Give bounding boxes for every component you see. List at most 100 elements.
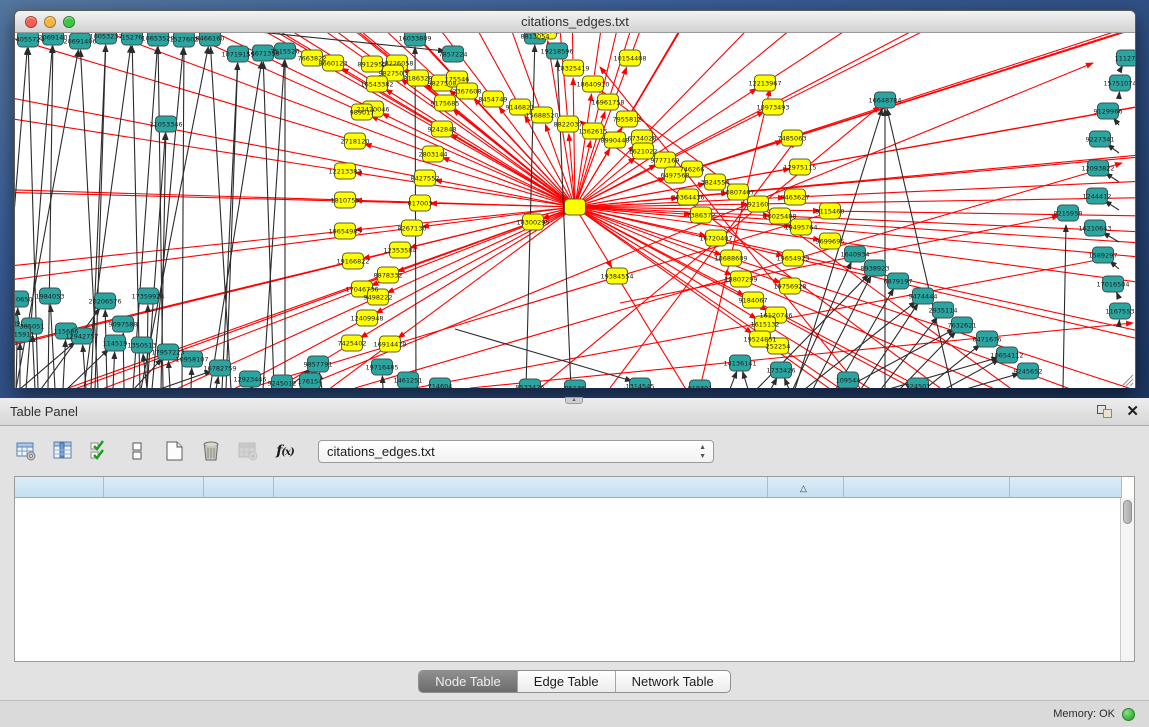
svg-text:2718120: 2718120: [341, 138, 370, 146]
svg-text:1733426: 1733426: [767, 367, 796, 375]
table-row[interactable]: [15, 545, 1121, 561]
svg-text:2935114: 2935114: [929, 307, 958, 315]
float-panel-icon[interactable]: [1097, 405, 1112, 418]
network-window-titlebar[interactable]: citations_edges.txt: [15, 11, 1135, 33]
svg-text:7485063: 7485063: [778, 135, 807, 143]
cell-short: [843, 593, 1009, 609]
table-row[interactable]: [15, 561, 1121, 577]
network-canvas[interactable]: 2405572420691402069140610053237152761065…: [15, 33, 1135, 388]
tab-network-table[interactable]: Network Table: [616, 671, 730, 692]
memory-ok-icon[interactable]: [1122, 708, 1135, 721]
close-panel-icon[interactable]: ✕: [1126, 405, 1139, 418]
svg-text:924501: 924501: [906, 383, 931, 389]
svg-text:18640910: 18640910: [576, 81, 609, 89]
svg-text:9777169: 9777169: [651, 157, 680, 165]
column-header-in_degree[interactable]: [103, 477, 203, 497]
cell-pagerank: [1009, 641, 1121, 657]
column-header-name[interactable]: [15, 477, 103, 497]
svg-text:8427552: 8427552: [411, 175, 440, 183]
network-window-title: citations_edges.txt: [15, 14, 1135, 29]
svg-text:9242848: 9242848: [428, 126, 457, 134]
svg-text:16543382: 16543382: [360, 81, 393, 89]
table-row[interactable]: [15, 497, 1121, 513]
column-header-title[interactable]: [273, 477, 767, 497]
column-header-out_degree[interactable]: △: [767, 477, 843, 497]
svg-text:8533426: 8533426: [516, 384, 545, 389]
row-height-icon[interactable]: [125, 439, 149, 463]
svg-text:2803144: 2803144: [419, 151, 448, 159]
svg-text:18807299: 18807299: [724, 276, 757, 284]
cell-year: [203, 577, 273, 593]
svg-text:20364436: 20364436: [671, 194, 704, 202]
column-header-short[interactable]: [843, 477, 1009, 497]
table-scrollbar-thumb[interactable]: [1123, 500, 1132, 524]
cell-title: [273, 593, 767, 609]
svg-text:12093822: 12093822: [1081, 165, 1114, 173]
network-view-window[interactable]: citations_edges.txt 24055724206914020691…: [14, 10, 1136, 388]
cell-out_degree: [767, 545, 843, 561]
table-row[interactable]: [15, 513, 1121, 529]
svg-text:1314545: 1314545: [626, 383, 655, 389]
svg-text:1810755: 1810755: [331, 197, 360, 205]
table-options-icon[interactable]: [14, 439, 38, 463]
delete-rows-icon[interactable]: [199, 439, 223, 463]
cell-in_degree: [103, 641, 203, 657]
table-row[interactable]: [15, 577, 1121, 593]
table-row[interactable]: [15, 593, 1121, 609]
table-panel: ▴ Table Panel ✕ f(x) citations_edges.txt…: [0, 398, 1149, 727]
svg-text:817003: 817003: [408, 200, 433, 208]
cell-year: [203, 529, 273, 545]
cell-short: [843, 497, 1009, 513]
svg-text:1615132: 1615132: [751, 321, 780, 329]
network-table-select[interactable]: citations_edges.txt ▲▼: [318, 440, 714, 463]
select-all-icon[interactable]: [88, 439, 112, 463]
splitter-handle[interactable]: ▴: [565, 397, 583, 404]
table-row[interactable]: [15, 529, 1121, 545]
cell-name: [15, 593, 103, 609]
cell-in_degree: [103, 545, 203, 561]
svg-text:10958107: 10958107: [175, 356, 208, 364]
svg-text:17359924: 17359924: [131, 293, 164, 301]
column-header-pagerank[interactable]: [1009, 477, 1121, 497]
cell-in_degree: [103, 625, 203, 641]
new-table-icon[interactable]: [162, 439, 186, 463]
svg-text:17016504: 17016504: [1096, 281, 1129, 289]
cell-pagerank: [1009, 497, 1121, 513]
table-scrollbar[interactable]: [1120, 498, 1134, 661]
svg-text:1362615: 1362615: [579, 128, 608, 136]
svg-text:8878332: 8878332: [374, 272, 403, 280]
svg-text:10688609: 10688609: [714, 255, 747, 263]
cell-in_degree: [103, 561, 203, 577]
network-table-select-value: citations_edges.txt: [327, 444, 435, 459]
table-toolbar: f(x) citations_edges.txt ▲▼: [0, 426, 1149, 474]
cell-title: [273, 625, 767, 641]
cell-pagerank: [1009, 513, 1121, 529]
show-columns-icon[interactable]: [51, 439, 75, 463]
cell-out_degree: [767, 593, 843, 609]
cell-short: [843, 641, 1009, 657]
svg-text:1621022: 1621022: [629, 148, 658, 156]
column-header-year[interactable]: [203, 477, 273, 497]
svg-text:12213967: 12213967: [748, 80, 781, 88]
cell-title: [273, 513, 767, 529]
table-row[interactable]: [15, 609, 1121, 625]
svg-text:9097588: 9097588: [109, 321, 138, 329]
cell-year: [203, 593, 273, 609]
svg-text:6734028: 6734028: [628, 135, 657, 143]
table-row[interactable]: [15, 625, 1121, 641]
svg-text:12409948: 12409948: [350, 315, 383, 323]
cell-title: [273, 609, 767, 625]
svg-text:1984053: 1984053: [36, 293, 65, 301]
svg-text:7955812: 7955812: [613, 116, 642, 124]
svg-text:14136141: 14136141: [723, 360, 756, 368]
function-builder-icon[interactable]: f(x): [273, 439, 297, 463]
svg-text:714604: 714604: [428, 383, 453, 389]
svg-text:9245652: 9245652: [1014, 368, 1043, 376]
tab-edge-table[interactable]: Edge Table: [518, 671, 616, 692]
svg-text:111272: 111272: [1115, 55, 1135, 63]
table-row[interactable]: [15, 641, 1121, 657]
svg-text:1527602: 1527602: [170, 36, 199, 44]
tab-node-table[interactable]: Node Table: [419, 671, 518, 692]
citation-network-graph[interactable]: 2405572420691402069140610053237152761065…: [15, 33, 1135, 388]
node-table[interactable]: △: [14, 476, 1135, 662]
